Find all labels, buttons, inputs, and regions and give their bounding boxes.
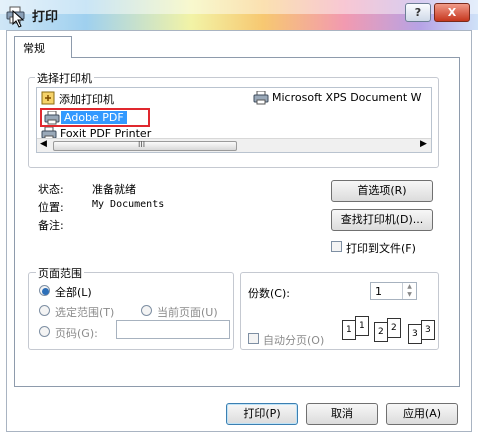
- copies-value: 1: [375, 285, 382, 298]
- collate-page-number: 2: [378, 327, 384, 337]
- tab-general[interactable]: 常规: [14, 36, 72, 58]
- add-printer-icon: [41, 91, 55, 105]
- collate-label: 自动分页(O): [263, 334, 325, 347]
- print-button[interactable]: 打印(P): [226, 403, 298, 425]
- printer-item-label: Adobe PDF: [61, 111, 127, 124]
- status-label: 状态:: [38, 183, 64, 196]
- window-title: 打印: [32, 10, 59, 25]
- collate-page-icon: 1: [342, 320, 356, 340]
- title-bar[interactable]: 打印 ? X: [0, 0, 478, 30]
- copies-up-icon[interactable]: ▲: [402, 283, 416, 291]
- printer-icon: [44, 111, 60, 125]
- mouse-cursor-icon: [12, 10, 25, 28]
- printer-item-add[interactable]: 添加打印机: [41, 90, 161, 106]
- page-range-selection-radio[interactable]: [39, 305, 50, 316]
- collate-page-number: 1: [346, 325, 352, 335]
- tab-divider: [72, 57, 460, 58]
- print-to-file-label: 打印到文件(F): [346, 242, 416, 255]
- collate-page-icon: 2: [387, 318, 401, 338]
- help-button[interactable]: ?: [405, 3, 431, 22]
- printer-icon: [253, 91, 269, 105]
- page-range-all-label: 全部(L): [55, 286, 92, 299]
- collate-page-icon: 3: [408, 324, 422, 344]
- page-range-pages-input[interactable]: [116, 320, 230, 339]
- collate-page-icon: 3: [421, 320, 435, 340]
- collate-page-number: 3: [412, 329, 418, 339]
- collate-page-number: 2: [391, 323, 397, 333]
- collate-page-number: 3: [425, 325, 431, 335]
- collate-page-icon: 1: [355, 316, 369, 336]
- copies-input[interactable]: 1 ▲ ▼: [370, 282, 417, 300]
- collate-page-icon: 2: [374, 322, 388, 342]
- printer-item-label: 添加打印机: [59, 93, 114, 106]
- comment-label: 备注:: [38, 219, 64, 232]
- printer-list[interactable]: 添加打印机 Microsoft XPS Document W Adobe PDF…: [36, 87, 432, 153]
- copies-down-icon[interactable]: ▼: [402, 291, 416, 299]
- scroll-left-icon[interactable]: ◀: [40, 139, 47, 149]
- page-range-current-radio[interactable]: [141, 305, 152, 316]
- page-range-all-radio[interactable]: [39, 285, 50, 296]
- location-value: My Documents: [92, 199, 165, 210]
- printer-item-xps[interactable]: Microsoft XPS Document W: [253, 90, 431, 106]
- apply-button[interactable]: 应用(A): [386, 403, 458, 425]
- scroll-grip: III: [138, 140, 146, 149]
- collate-checkbox[interactable]: [248, 333, 259, 344]
- cancel-button[interactable]: 取消: [306, 403, 378, 425]
- page-range-pages-radio[interactable]: [39, 326, 50, 337]
- horizontal-scrollbar[interactable]: ◀ III ▶: [37, 138, 431, 152]
- close-button[interactable]: X: [434, 3, 470, 22]
- find-printer-button[interactable]: 查找打印机(D)...: [331, 209, 433, 231]
- scroll-right-icon[interactable]: ▶: [420, 139, 427, 149]
- page-range-current-label: 当前页面(U): [157, 306, 218, 319]
- copies-label: 份数(C):: [248, 287, 290, 300]
- status-value: 准备就绪: [92, 183, 136, 196]
- scrollbar-thumb[interactable]: III: [53, 140, 237, 151]
- location-label: 位置:: [38, 201, 64, 214]
- printer-item-label: Microsoft XPS Document W: [272, 91, 422, 104]
- collate-page-number: 1: [359, 321, 365, 331]
- page-range-pages-label: 页码(G):: [55, 327, 98, 340]
- printer-group-title: 选择打印机: [35, 70, 94, 86]
- print-to-file-checkbox[interactable]: [331, 241, 342, 252]
- page-range-title: 页面范围: [36, 265, 84, 281]
- printer-item-adobe-pdf[interactable]: Adobe PDF: [40, 108, 150, 127]
- preferences-button[interactable]: 首选项(R): [331, 180, 433, 202]
- tab-label: 常规: [23, 42, 45, 55]
- page-range-selection-label: 选定范围(T): [55, 306, 115, 319]
